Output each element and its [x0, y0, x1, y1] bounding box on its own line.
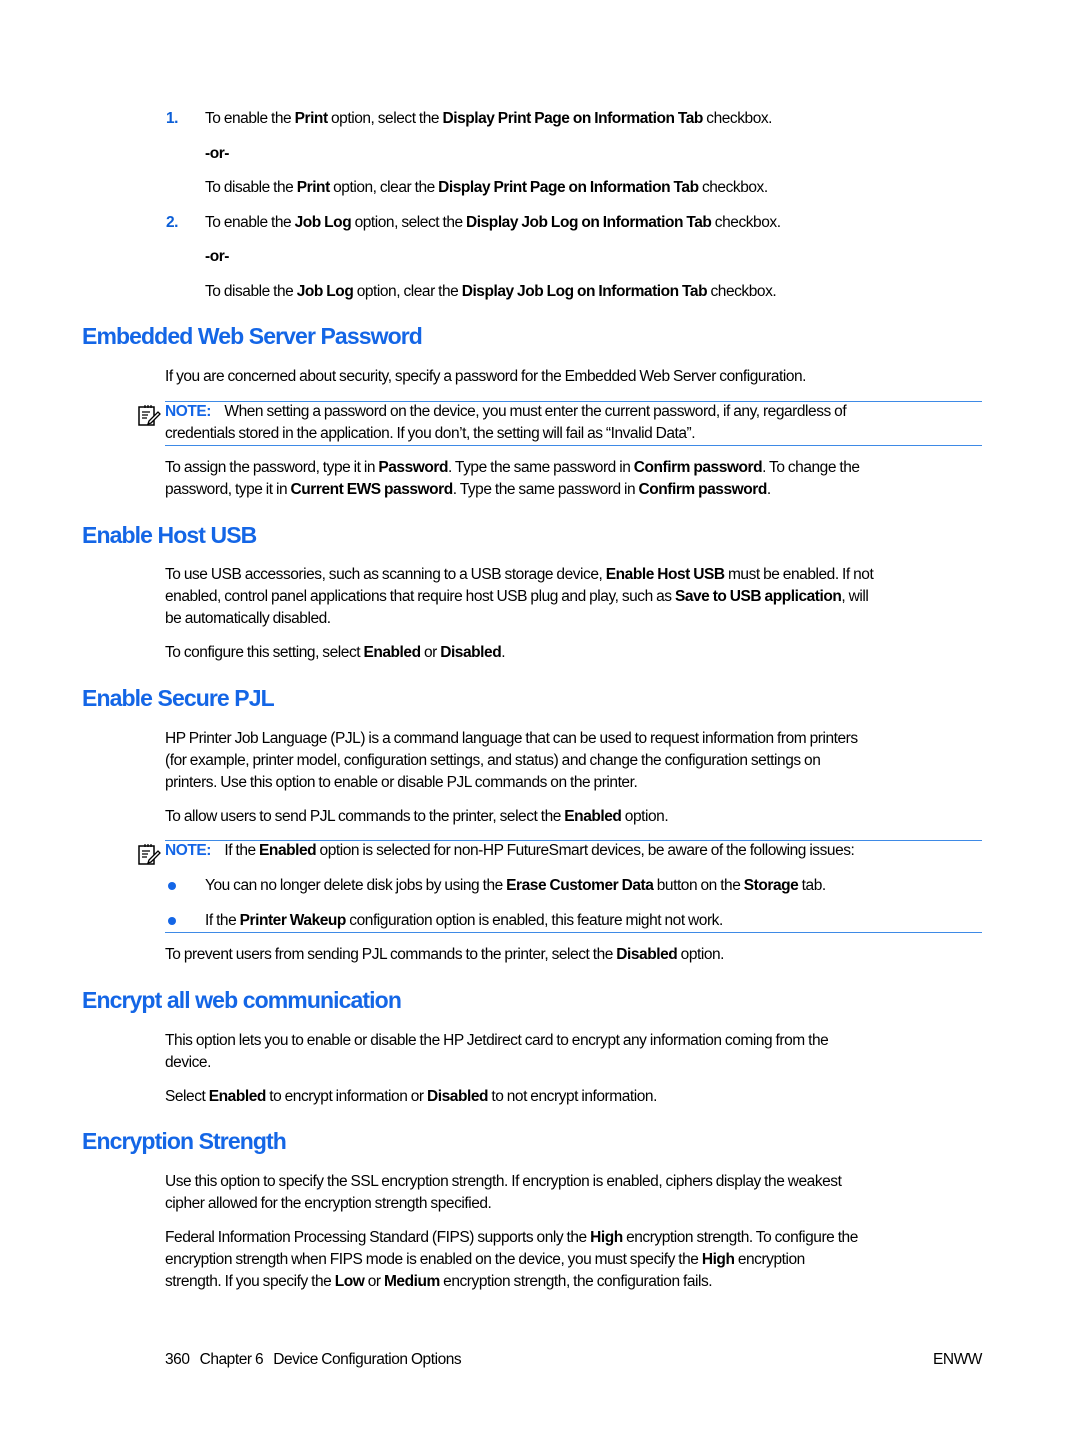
emphasized-term: High: [701, 1251, 735, 1268]
ews-note: NOTE: When setting a password on the dev…: [165, 401, 983, 445]
text-line: enabled, control panel applications that…: [165, 588, 869, 605]
bullet-icon: [168, 917, 176, 925]
emphasized-term: Storage: [743, 877, 799, 894]
emphasized-term: Printer Wakeup: [239, 912, 347, 929]
fips-paragraph: Federal Information Processing Standard …: [165, 1227, 983, 1293]
secure-pjl-allow: To allow users to send PJL commands to t…: [165, 808, 669, 825]
emphasized-term: Save to USB application: [674, 588, 842, 605]
emphasized-term: High: [590, 1229, 623, 1246]
emphasized-term: Print: [294, 110, 329, 127]
text-line: be automatically disabled.: [165, 610, 331, 627]
emphasized-term: Display Job Log on Information Tab: [461, 283, 708, 300]
emphasized-term: Disabled: [427, 1088, 489, 1105]
note-bullet-item: If the Printer Wakeup configuration opti…: [205, 912, 723, 929]
step-1-disable: To disable the Print option, clear the D…: [205, 179, 768, 196]
note-bottom-rule: [165, 932, 982, 933]
ews-intro: If you are concerned about security, spe…: [165, 368, 807, 385]
document-page: 1. To enable the Print option, select th…: [0, 0, 1080, 1437]
note-label: NOTE:: [165, 403, 211, 420]
section-heading-host-usb: Enable Host USB: [82, 522, 257, 548]
note-bottom-rule: [165, 445, 982, 446]
step-2-enable: To enable the Job Log option, select the…: [205, 214, 781, 231]
text-line: Use this option to specify the SSL encry…: [165, 1173, 842, 1190]
emphasized-term: Display Job Log on Information Tab: [466, 214, 712, 231]
text-line: Federal Information Processing Standard …: [165, 1229, 858, 1246]
text-line: printers. Use this option to enable or d…: [165, 774, 638, 791]
emphasized-term: Erase Customer Data: [506, 877, 654, 894]
note-bullet-item: You can no longer delete disk jobs by us…: [205, 877, 826, 894]
step-2-disable: To disable the Job Log option, clear the…: [205, 283, 777, 300]
emphasized-term: Password: [378, 459, 448, 476]
emphasized-term: Disabled: [440, 644, 502, 661]
chapter-label: Chapter 6: [199, 1351, 264, 1368]
note-icon: [138, 844, 161, 865]
section-heading-ews-password: Embedded Web Server Password: [82, 323, 423, 349]
note-text: When setting a password on the device, y…: [224, 403, 847, 420]
text-line: strength. If you specify the Low or Medi…: [165, 1273, 713, 1290]
emphasized-term: Medium: [383, 1273, 440, 1290]
emphasized-term: Confirm password: [638, 481, 768, 498]
secure-pjl-note: NOTE: If the Enabled option is selected …: [165, 840, 983, 862]
emphasized-term: Job Log: [294, 214, 352, 231]
emphasized-term: Disabled: [616, 946, 678, 963]
step-1-enable: To enable the Print option, select the D…: [205, 110, 773, 127]
text-line: password, type it in Current EWS passwor…: [165, 481, 771, 498]
note-text: credentials stored in the application. I…: [165, 425, 696, 442]
text-line: To use USB accessories, such as scanning…: [165, 566, 874, 583]
emphasized-term: Low: [334, 1273, 365, 1290]
text-line: cipher allowed for the encryption streng…: [165, 1195, 492, 1212]
encrypt-web-select: Select Enabled to encrypt information or…: [165, 1088, 657, 1105]
or-separator: -or-: [205, 145, 230, 162]
secure-pjl-paragraph: HP Printer Job Language (PJL) is a comma…: [165, 728, 983, 794]
emphasized-term: Display Print Page on Information Tab: [442, 110, 703, 127]
encrypt-web-paragraph: This option lets you to enable or disabl…: [165, 1030, 983, 1074]
emphasized-term: Enable Host USB: [605, 566, 725, 583]
note-label: NOTE:: [165, 842, 211, 859]
emphasized-term: Current EWS password: [290, 481, 454, 498]
emphasized-term: Job Log: [296, 283, 354, 300]
text-line: encryption strength when FIPS mode is en…: [165, 1251, 805, 1268]
text-line: device.: [165, 1054, 211, 1071]
emphasized-term: Print: [296, 179, 331, 196]
ews-assign-paragraph: To assign the password, type it in Passw…: [165, 457, 983, 501]
footer-locale: ENWW: [933, 1351, 982, 1368]
emphasized-term: Enabled: [208, 1088, 267, 1105]
secure-pjl-prevent: To prevent users from sending PJL comman…: [165, 946, 725, 963]
emphasized-term: Confirm password: [633, 459, 763, 476]
section-heading-encryption-strength: Encryption Strength: [82, 1128, 287, 1154]
text-line: HP Printer Job Language (PJL) is a comma…: [165, 730, 858, 747]
emphasized-term: Enabled: [259, 842, 317, 859]
host-usb-paragraph: To use USB accessories, such as scanning…: [165, 564, 983, 630]
text-line: (for example, printer model, configurati…: [165, 752, 821, 769]
text-line: This option lets you to enable or disabl…: [165, 1032, 829, 1049]
note-text: If the Enabled option is selected for no…: [224, 842, 855, 859]
step-number: 2.: [166, 214, 179, 231]
text-line: To assign the password, type it in Passw…: [165, 459, 860, 476]
section-heading-encrypt-web: Encrypt all web communication: [82, 987, 402, 1013]
emphasized-term: Enabled: [363, 644, 421, 661]
host-usb-configure: To configure this setting, select Enable…: [165, 644, 506, 661]
note-icon: [138, 405, 161, 426]
emphasized-term: Enabled: [564, 808, 622, 825]
step-number: 1.: [166, 110, 179, 127]
encryption-strength-paragraph: Use this option to specify the SSL encry…: [165, 1171, 983, 1215]
chapter-title: Device Configuration Options: [273, 1351, 462, 1368]
bullet-icon: [168, 882, 176, 890]
page-footer-left: 360 Chapter 6 Device Configuration Optio…: [165, 1349, 462, 1371]
page-number: 360: [165, 1351, 190, 1368]
emphasized-term: Display Print Page on Information Tab: [438, 179, 699, 196]
section-heading-secure-pjl: Enable Secure PJL: [82, 685, 275, 711]
or-separator: -or-: [205, 248, 230, 265]
